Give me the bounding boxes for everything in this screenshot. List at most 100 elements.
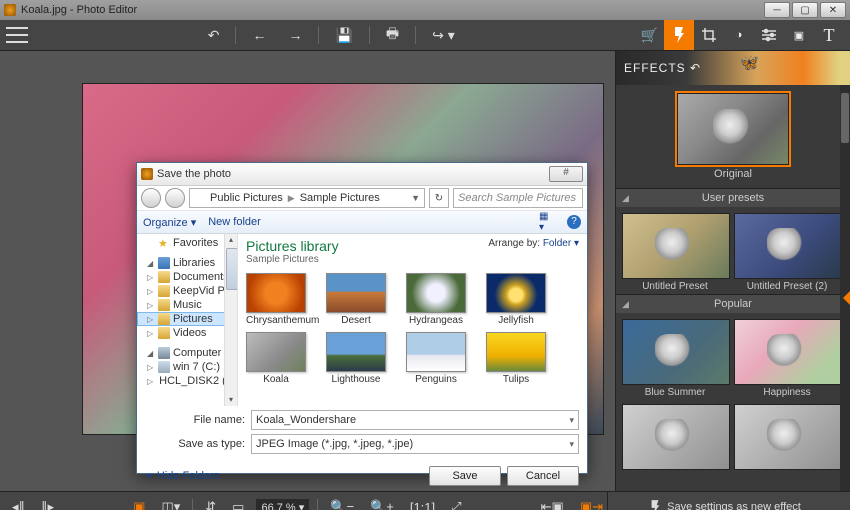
file-thumb-label: Chrysanthemum <box>246 315 306 326</box>
file-thumb[interactable]: Chrysanthemum <box>246 273 306 326</box>
undo-effects-icon[interactable]: ↶ <box>690 61 701 75</box>
search-input[interactable]: Search Sample Pictures <box>453 188 583 208</box>
tree-libraries[interactable]: Libraries <box>173 257 215 269</box>
dialog-title: Save the photo <box>157 168 549 180</box>
file-thumb-label: Lighthouse <box>326 374 386 385</box>
effect-thumb[interactable] <box>622 404 728 472</box>
tool-tabs: ◑ ▣ T <box>664 20 844 50</box>
cancel-button[interactable]: Cancel <box>507 466 579 486</box>
file-name-input[interactable]: Koala_Wondershare▾ <box>251 410 579 430</box>
zoom-out-button[interactable]: 🔍− <box>326 497 358 510</box>
effect-original-thumb[interactable] <box>677 93 789 165</box>
crop-tab[interactable] <box>694 20 724 50</box>
effect-label: Happiness <box>734 387 840 398</box>
next-image-button[interactable]: ∥▸ <box>37 497 58 510</box>
breadcrumb-dropdown-icon[interactable]: ▼ <box>411 193 420 203</box>
forward-button[interactable]: → <box>282 23 308 47</box>
tree-item[interactable]: Videos <box>173 327 206 339</box>
save-as-effect-button[interactable]: Save settings as new effect <box>607 492 842 510</box>
nav-back-button[interactable] <box>141 188 161 208</box>
file-thumb[interactable]: Penguins <box>406 332 466 385</box>
section-popular[interactable]: ◢Popular <box>616 295 850 313</box>
tree-item[interactable]: Music <box>173 299 202 311</box>
dialog-app-icon <box>141 168 153 180</box>
undo-button[interactable]: ↶ <box>202 23 226 48</box>
hide-folders-toggle[interactable]: ▼Hide Folders <box>145 470 219 482</box>
folder-icon <box>194 192 206 204</box>
share-button[interactable]: ↪ ▾ <box>426 23 461 48</box>
print-button[interactable]: 🖶 <box>380 19 405 51</box>
arrange-by[interactable]: Arrange by: Folder ▾ <box>488 238 579 249</box>
new-folder-button[interactable]: New folder <box>208 216 261 228</box>
file-name-label: File name: <box>167 414 245 426</box>
effects-tab[interactable] <box>664 20 694 50</box>
effect-label: Untitled Preset (2) <box>734 281 840 292</box>
text-tab[interactable]: T <box>814 20 844 50</box>
app-logo-icon <box>4 4 16 16</box>
tree-computer[interactable]: Computer <box>173 347 221 359</box>
tree-item-selected[interactable]: Pictures <box>173 313 213 325</box>
organize-menu[interactable]: Organize ▾ <box>143 216 196 229</box>
zoom-value[interactable]: 66.7 % ▾ <box>256 499 309 510</box>
section-user-presets[interactable]: ◢User presets <box>616 189 850 207</box>
save-confirm-button[interactable]: Save <box>429 466 501 486</box>
tree-favorites[interactable]: Favorites <box>173 237 218 249</box>
file-thumb[interactable]: Hydrangeas <box>406 273 466 326</box>
view-mode-button[interactable]: ▦ ▾ <box>539 214 555 230</box>
tree-scrollbar[interactable]: ▴▾ <box>224 234 237 406</box>
effect-thumb[interactable] <box>734 404 840 472</box>
save-type-label: Save as type: <box>167 438 245 450</box>
import-button[interactable]: ⇤▣ <box>537 497 568 510</box>
file-browser: Pictures library Sample Pictures Arrange… <box>238 234 587 406</box>
file-thumb[interactable]: Desert <box>326 273 386 326</box>
export-button[interactable]: ▣⇥ <box>576 497 607 510</box>
canvas-area[interactable]: Save the photo # Public Pictures ▶ Sampl… <box>0 51 615 491</box>
cart-button[interactable]: 🛒 <box>635 23 664 48</box>
window-minimize-button[interactable]: ─ <box>764 2 790 18</box>
dialog-nav: Public Pictures ▶ Sample Pictures ▼ ↻ Se… <box>137 186 587 211</box>
library-title: Pictures library <box>246 238 339 254</box>
file-thumb[interactable]: Lighthouse <box>326 332 386 385</box>
effect-label: Untitled Preset <box>622 281 728 292</box>
effect-thumb[interactable]: Blue Summer <box>622 319 728 398</box>
effects-scrollbar[interactable] <box>840 85 850 491</box>
folder-tree[interactable]: ★Favorites ◢Libraries ▷Documents ▷KeepVi… <box>137 234 238 406</box>
file-thumb[interactable]: Jellyfish <box>486 273 546 326</box>
save-button[interactable]: 💾 <box>329 23 358 48</box>
frames-tab[interactable]: ▣ <box>784 20 814 50</box>
dialog-titlebar[interactable]: Save the photo # <box>137 163 587 186</box>
tree-item[interactable]: Documents <box>173 271 229 283</box>
effect-thumb[interactable]: Untitled Preset <box>622 213 728 292</box>
breadcrumb[interactable]: Public Pictures ▶ Sample Pictures ▼ <box>189 188 425 208</box>
fit-button[interactable]: [1:1] <box>406 498 439 510</box>
back-button[interactable]: ← <box>246 23 272 47</box>
effect-thumb[interactable]: Untitled Preset (2) <box>734 213 840 292</box>
help-button[interactable]: ? <box>567 215 581 229</box>
file-thumb-label: Hydrangeas <box>406 315 466 326</box>
breadcrumb-seg[interactable]: Public Pictures <box>210 192 283 204</box>
top-toolbar: ↶ ← → 💾 🖶 ↪ ▾ 🛒 ◑ ▣ T <box>0 20 850 51</box>
breadcrumb-seg[interactable]: Sample Pictures <box>300 192 380 204</box>
histogram-button[interactable]: ▭ <box>228 497 248 510</box>
file-thumb[interactable]: Koala <box>246 332 306 385</box>
color-tab[interactable]: ◑ <box>724 20 754 50</box>
save-type-select[interactable]: JPEG Image (*.jpg, *.jpeg, *.jpe)▾ <box>251 434 579 454</box>
file-thumb-label: Tulips <box>486 374 546 385</box>
fill-button[interactable]: ⤢ <box>447 497 465 510</box>
menu-button[interactable] <box>6 27 28 43</box>
prev-image-button[interactable]: ◂∥ <box>8 497 29 510</box>
effect-thumb[interactable]: Happiness <box>734 319 840 398</box>
tree-drive[interactable]: win 7 (C:) <box>173 361 220 373</box>
single-view-button[interactable]: ▣ <box>129 497 149 510</box>
file-thumb[interactable]: Tulips <box>486 332 546 385</box>
view-toggle-button[interactable]: ⇵ <box>201 497 220 510</box>
window-maximize-button[interactable]: ▢ <box>792 2 818 18</box>
compare-view-button[interactable]: ◫▾ <box>157 497 184 510</box>
window-close-button[interactable]: ✕ <box>820 2 846 18</box>
window-titlebar: Koala.jpg - Photo Editor ─ ▢ ✕ <box>0 0 850 20</box>
dialog-close-button[interactable]: # <box>549 166 583 182</box>
nav-forward-button[interactable] <box>165 188 185 208</box>
adjust-tab[interactable] <box>754 20 784 50</box>
zoom-in-button[interactable]: 🔍+ <box>366 497 398 510</box>
refresh-button[interactable]: ↻ <box>429 188 449 208</box>
